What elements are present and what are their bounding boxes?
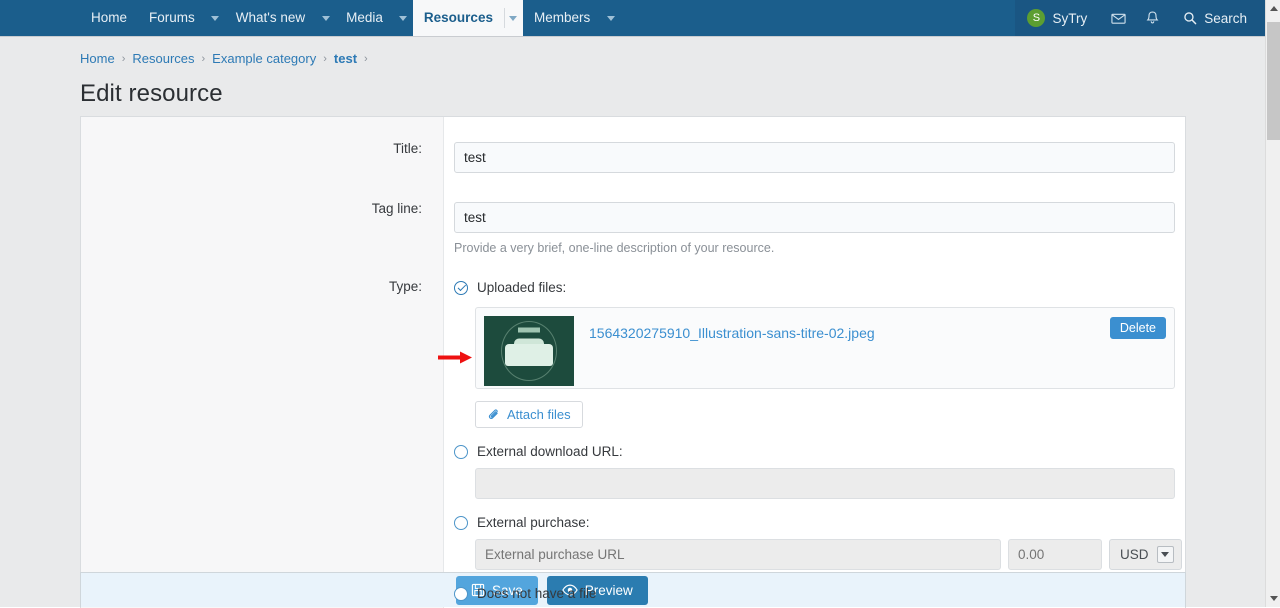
scroll-down-button[interactable] xyxy=(1266,590,1280,607)
chevron-down-icon xyxy=(321,15,330,21)
primary-nav: Home Forums What's new Media Resources M… xyxy=(80,0,620,36)
tagline-label: Tag line: xyxy=(371,201,422,216)
nav-item-home[interactable]: Home xyxy=(80,0,138,36)
title-field-wrap xyxy=(444,142,1185,173)
nav-caret-forums[interactable] xyxy=(206,0,225,36)
currency-select[interactable]: USD xyxy=(1109,539,1182,570)
chevron-down-icon[interactable] xyxy=(1156,546,1174,563)
breadcrumb-item-test[interactable]: test xyxy=(334,51,357,66)
tagline-input[interactable] xyxy=(454,202,1175,233)
radio-option-external-download[interactable]: External download URL: xyxy=(454,444,1185,459)
breadcrumb-item-example-category[interactable]: Example category xyxy=(212,51,316,66)
search-label: Search xyxy=(1204,10,1247,26)
nav-item-resources[interactable]: Resources xyxy=(412,0,504,36)
page-body: Home › Resources › Example category › te… xyxy=(0,36,1265,608)
inbox-button[interactable] xyxy=(1101,0,1136,36)
radio-label-uploaded-files: Uploaded files: xyxy=(477,280,567,295)
radio-label-external-download: External download URL: xyxy=(477,444,623,459)
paperclip-icon xyxy=(488,408,498,419)
nav-group-home[interactable]: Home xyxy=(80,0,138,36)
external-purchase-price-input[interactable] xyxy=(1008,539,1102,570)
chevron-down-icon xyxy=(211,15,220,21)
chevron-down-icon xyxy=(509,15,518,21)
page-scrollbar[interactable] xyxy=(1265,0,1280,607)
envelope-icon xyxy=(1111,13,1126,24)
breadcrumb-item-home[interactable]: Home xyxy=(80,51,115,66)
nav-group-whats-new[interactable]: What's new xyxy=(225,0,335,36)
radio-uploaded-files[interactable] xyxy=(454,280,468,295)
main-navbar: Home Forums What's new Media Resources M… xyxy=(0,0,1265,36)
edit-resource-form: Title: Tag line: Provide a very brief, o… xyxy=(80,116,1186,608)
avatar: S xyxy=(1027,9,1046,27)
uploaded-file-item: 1564320275910_Illustration-sans-titre-02… xyxy=(475,307,1175,389)
radio-external-purchase[interactable] xyxy=(454,515,468,530)
chevron-up-icon xyxy=(1269,6,1278,11)
type-label: Type: xyxy=(388,279,422,294)
chevron-right-icon: › xyxy=(323,52,327,65)
external-download-url-input[interactable] xyxy=(475,468,1175,499)
chevron-right-icon: › xyxy=(364,52,368,65)
radio-option-external-purchase[interactable]: External purchase: xyxy=(454,515,1185,530)
nav-item-members[interactable]: Members xyxy=(523,0,601,36)
nav-caret-members[interactable] xyxy=(601,0,620,36)
scrollbar-thumb[interactable] xyxy=(1267,22,1280,140)
chevron-down-icon xyxy=(399,15,408,21)
external-download-url-row xyxy=(475,468,1185,499)
chevron-right-icon: › xyxy=(121,52,126,65)
nav-item-whats-new[interactable]: What's new xyxy=(225,0,316,36)
external-purchase-url-input[interactable] xyxy=(475,539,1001,570)
bell-icon xyxy=(1146,11,1159,24)
alerts-button[interactable] xyxy=(1135,0,1170,36)
radio-option-uploaded-files[interactable]: Uploaded files: xyxy=(454,280,1185,295)
external-purchase-row: USD xyxy=(475,539,1185,570)
nav-item-forums[interactable]: Forums xyxy=(138,0,206,36)
tagline-field-wrap: Provide a very brief, one-line descripti… xyxy=(444,202,1185,255)
thumbnail-car-body xyxy=(505,344,553,367)
radio-option-no-file[interactable]: Does not have a file xyxy=(454,586,1185,601)
type-field-wrap: Uploaded files: 1564320275910_Illustrati… xyxy=(444,280,1185,601)
nav-item-media[interactable]: Media xyxy=(335,0,394,36)
user-nav: S SyTry Search xyxy=(1015,0,1265,36)
chevron-down-icon xyxy=(1269,596,1278,601)
nav-group-members[interactable]: Members xyxy=(523,0,620,36)
radio-label-external-purchase: External purchase: xyxy=(477,515,590,530)
search-icon xyxy=(1184,12,1197,25)
radio-label-no-file: Does not have a file xyxy=(477,586,597,601)
breadcrumb: Home › Resources › Example category › te… xyxy=(0,37,1265,66)
nav-caret-resources[interactable] xyxy=(503,0,523,36)
account-menu[interactable]: S SyTry xyxy=(1015,0,1102,36)
nav-caret-whats-new[interactable] xyxy=(316,0,335,36)
radio-no-file[interactable] xyxy=(454,586,468,601)
file-thumbnail[interactable] xyxy=(484,316,574,386)
currency-select-value: USD xyxy=(1120,547,1149,562)
chevron-down-icon xyxy=(606,15,615,21)
username-label: SyTry xyxy=(1052,10,1088,26)
form-row-title: Title: xyxy=(81,142,1185,173)
scroll-up-button[interactable] xyxy=(1266,0,1280,17)
title-label: Title: xyxy=(393,141,422,156)
chevron-right-icon: › xyxy=(201,52,206,65)
search-button[interactable]: Search xyxy=(1169,0,1265,36)
form-row-tagline: Tag line: Provide a very brief, one-line… xyxy=(81,202,1185,255)
attach-files-button[interactable]: Attach files xyxy=(475,401,583,428)
breadcrumb-item-resources[interactable]: Resources xyxy=(132,51,194,66)
file-name-link[interactable]: 1564320275910_Illustration-sans-titre-02… xyxy=(589,325,875,341)
title-input[interactable] xyxy=(454,142,1175,173)
nav-group-forums[interactable]: Forums xyxy=(138,0,225,36)
tagline-hint: Provide a very brief, one-line descripti… xyxy=(454,241,775,255)
page-title: Edit resource xyxy=(80,80,223,107)
thumbnail-logo-stripe xyxy=(518,327,540,333)
nav-caret-media[interactable] xyxy=(394,0,413,36)
attach-files-label: Attach files xyxy=(507,407,571,422)
nav-group-media[interactable]: Media xyxy=(335,0,413,36)
radio-external-download[interactable] xyxy=(454,444,468,459)
form-row-type: Type: Uploaded files: 1564320275910_Illu… xyxy=(81,280,1185,601)
nav-group-resources[interactable]: Resources xyxy=(412,0,523,36)
delete-file-button[interactable]: Delete xyxy=(1109,317,1166,339)
